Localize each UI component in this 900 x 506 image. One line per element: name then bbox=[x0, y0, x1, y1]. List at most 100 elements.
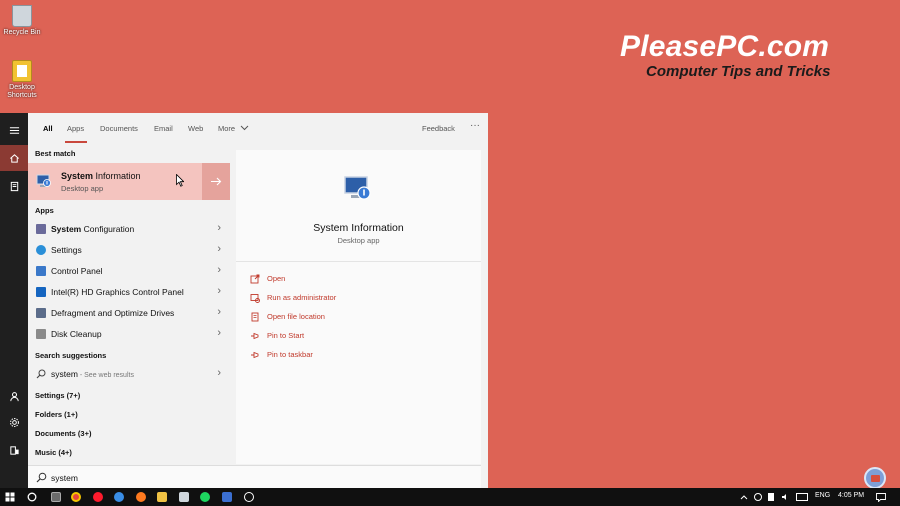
search-suggestions-heading: Search suggestions bbox=[35, 351, 107, 360]
system-clock[interactable]: 4:05 PM bbox=[838, 492, 864, 499]
tab-more[interactable]: More bbox=[218, 124, 249, 133]
search-filter-tabs: All Apps Documents Email Web More Feedba… bbox=[28, 113, 488, 143]
start-menu: All Apps Documents Email Web More Feedba… bbox=[0, 113, 488, 488]
brand-title: PleasePC.com bbox=[620, 30, 830, 63]
best-match-item[interactable]: System Information Desktop app bbox=[28, 163, 230, 200]
chevron-right-icon: › bbox=[217, 306, 221, 318]
arrow-right-icon bbox=[210, 177, 221, 186]
app-result-label: Settings bbox=[51, 245, 82, 255]
app-result-label: Control Panel bbox=[51, 266, 103, 276]
app-result-label: Disk Cleanup bbox=[51, 329, 102, 339]
edge-icon[interactable] bbox=[114, 492, 124, 502]
start-search-box bbox=[28, 465, 481, 488]
shield-icon bbox=[250, 294, 260, 303]
app-result-system-configuration[interactable]: System Configuration › bbox=[28, 219, 230, 240]
app-result-control-panel[interactable]: Control Panel › bbox=[28, 261, 230, 282]
file-location-icon bbox=[251, 312, 259, 322]
group-folders[interactable]: Folders (1+) bbox=[35, 410, 78, 419]
volume-icon[interactable] bbox=[781, 493, 789, 501]
desktop-shortcuts-label: Desktop Shortcuts bbox=[7, 84, 37, 99]
open-icon bbox=[250, 274, 260, 284]
cortana-icon[interactable] bbox=[27, 492, 37, 502]
chevron-down-icon bbox=[240, 125, 249, 131]
tab-more-label: More bbox=[218, 124, 236, 133]
chevron-up-icon[interactable] bbox=[740, 493, 748, 501]
preview-subtitle: Desktop app bbox=[337, 236, 380, 245]
web-suggestion-item[interactable]: system - See web results › bbox=[28, 364, 230, 385]
firefox-icon[interactable] bbox=[136, 492, 146, 502]
action-label: Run as administrator bbox=[267, 293, 337, 302]
pin-icon bbox=[251, 351, 259, 359]
recycle-bin-label: Recycle Bin bbox=[3, 29, 41, 36]
more-options-button[interactable]: ··· bbox=[470, 120, 480, 131]
user-icon bbox=[9, 391, 19, 401]
action-label: Pin to taskbar bbox=[267, 350, 313, 359]
taskbar: ENG 4:05 PM bbox=[0, 488, 900, 506]
intel-graphics-icon bbox=[36, 287, 46, 297]
app-result-defragment[interactable]: Defragment and Optimize Drives › bbox=[28, 303, 230, 324]
search-results-list: Best match System Information Desktop ap… bbox=[28, 143, 230, 463]
app-result-intel-graphics[interactable]: Intel(R) HD Graphics Control Panel › bbox=[28, 282, 230, 303]
chevron-right-icon: › bbox=[217, 285, 221, 297]
system-information-large-icon bbox=[344, 176, 371, 200]
input-language[interactable]: ENG bbox=[815, 492, 830, 499]
preview-divider bbox=[236, 261, 481, 262]
group-documents[interactable]: Documents (3+) bbox=[35, 429, 91, 438]
action-label: Pin to Start bbox=[267, 331, 305, 340]
control-panel-icon bbox=[36, 266, 46, 276]
settings-gear-icon bbox=[36, 245, 46, 255]
result-preview-pane: System Information Desktop app Open Run … bbox=[236, 150, 481, 464]
floating-recorder-badge[interactable] bbox=[864, 467, 886, 489]
tab-all[interactable]: All bbox=[43, 124, 53, 133]
account-button[interactable] bbox=[0, 383, 28, 409]
action-label: Open bbox=[267, 274, 286, 283]
pin-icon bbox=[251, 332, 259, 340]
system-configuration-icon bbox=[36, 224, 46, 234]
taskbar-app-icon[interactable] bbox=[222, 492, 232, 502]
recycle-bin-icon bbox=[12, 5, 32, 27]
home-button[interactable] bbox=[0, 145, 28, 171]
file-explorer-icon[interactable] bbox=[157, 492, 167, 502]
chrome-icon[interactable] bbox=[71, 492, 81, 502]
app-result-settings[interactable]: Settings › bbox=[28, 240, 230, 261]
hamburger-menu-button[interactable] bbox=[0, 117, 28, 143]
app-result-disk-cleanup[interactable]: Disk Cleanup › bbox=[28, 324, 230, 345]
best-match-heading: Best match bbox=[35, 149, 76, 158]
open-preview-arrow-button[interactable] bbox=[202, 163, 230, 200]
chevron-right-icon: › bbox=[217, 243, 221, 255]
feedback-link[interactable]: Feedback bbox=[422, 124, 455, 133]
notifications-icon[interactable] bbox=[876, 493, 886, 502]
tab-web[interactable]: Web bbox=[188, 124, 203, 133]
tab-apps[interactable]: Apps bbox=[67, 124, 84, 133]
recycle-app-icon[interactable] bbox=[179, 492, 189, 502]
document-icon bbox=[10, 181, 18, 191]
battery-icon[interactable] bbox=[768, 493, 774, 501]
recent-documents-button[interactable] bbox=[0, 173, 28, 199]
apps-heading: Apps bbox=[35, 206, 54, 215]
app-result-label: System Configuration bbox=[51, 224, 135, 234]
chevron-right-icon: › bbox=[217, 327, 221, 339]
desktop-shortcuts-desktop-icon[interactable]: Desktop Shortcuts bbox=[2, 60, 42, 100]
windows-start-icon[interactable] bbox=[5, 492, 15, 502]
settings-button[interactable] bbox=[0, 409, 28, 435]
folder-icon bbox=[12, 60, 32, 82]
task-view-icon[interactable] bbox=[51, 492, 61, 502]
keyboard-icon[interactable] bbox=[796, 493, 808, 501]
clock-app-icon[interactable] bbox=[244, 492, 254, 502]
search-input[interactable] bbox=[51, 471, 251, 485]
group-music[interactable]: Music (4+) bbox=[35, 448, 72, 457]
system-information-icon bbox=[36, 174, 51, 187]
defragment-drive-icon bbox=[36, 308, 46, 318]
spotify-icon[interactable] bbox=[200, 492, 210, 502]
tab-documents[interactable]: Documents bbox=[100, 124, 138, 133]
network-icon[interactable] bbox=[754, 493, 762, 501]
gear-icon bbox=[9, 417, 19, 427]
group-settings[interactable]: Settings (7+) bbox=[35, 391, 80, 400]
opera-icon[interactable] bbox=[93, 492, 103, 502]
app-result-label: Intel(R) HD Graphics Control Panel bbox=[51, 287, 184, 297]
recycle-bin-desktop-icon[interactable]: Recycle Bin bbox=[2, 5, 42, 37]
power-button[interactable] bbox=[0, 437, 28, 463]
hamburger-icon bbox=[9, 126, 19, 134]
mouse-cursor-icon bbox=[176, 174, 184, 187]
tab-email[interactable]: Email bbox=[154, 124, 173, 133]
